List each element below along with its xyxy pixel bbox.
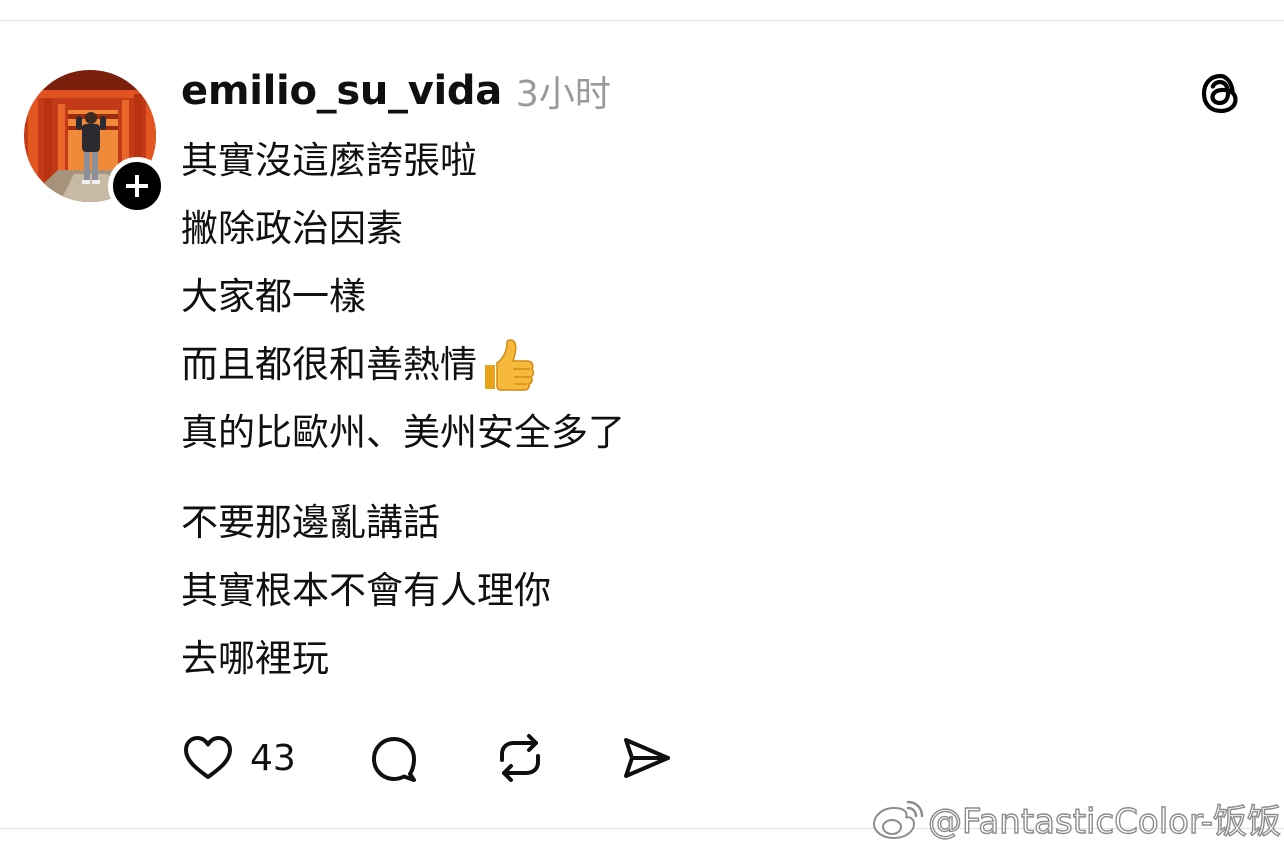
send-icon (624, 738, 670, 778)
post-line-3: 大家都一樣 (181, 275, 366, 318)
comment-button[interactable] (366, 730, 422, 786)
action-bar: 43 (180, 730, 700, 790)
follow-button[interactable] (108, 157, 166, 215)
post-line-8: 去哪裡玩 (181, 637, 329, 680)
post-line-6: 不要那邊亂講話 (181, 501, 440, 544)
plus-icon (126, 175, 148, 197)
weibo-logo-icon (872, 800, 924, 840)
post-header: emilio_su_vida 3小时 (181, 62, 611, 120)
repost-icon (500, 734, 540, 782)
post-line-4: 而且都很和善熱情 (181, 343, 477, 386)
post-line-2: 撇除政治因素 (181, 207, 403, 250)
post-line-5: 真的比歐州、美州安全多了 (181, 411, 625, 454)
top-divider (0, 20, 1284, 21)
post-line-1: 其實沒這麼誇張啦 (181, 139, 477, 182)
repost-button[interactable] (492, 730, 548, 786)
username[interactable]: emilio_su_vida (181, 68, 502, 114)
thumbs-up-emoji-icon (485, 339, 535, 391)
post-timestamp: 3小时 (515, 74, 611, 115)
watermark: @FantasticColor-饭饭 (872, 790, 1282, 846)
comment-icon (372, 737, 416, 782)
threads-logo-icon[interactable] (1196, 68, 1246, 118)
like-count: 43 (250, 737, 296, 779)
heart-icon (184, 736, 232, 779)
post-line-7: 其實根本不會有人理你 (181, 569, 551, 612)
share-button[interactable] (618, 730, 674, 786)
post-line-4-wrap: 而且都很和善熱情 (181, 337, 1161, 405)
watermark-text: @FantasticColor-饭饭 (927, 801, 1282, 842)
like-button[interactable]: 43 (180, 730, 296, 786)
post-content: 其實沒這麼誇張啦 撇除政治因素 大家都一樣 而且都很和善熱情 真的比歐州、美州安… (181, 133, 1161, 699)
